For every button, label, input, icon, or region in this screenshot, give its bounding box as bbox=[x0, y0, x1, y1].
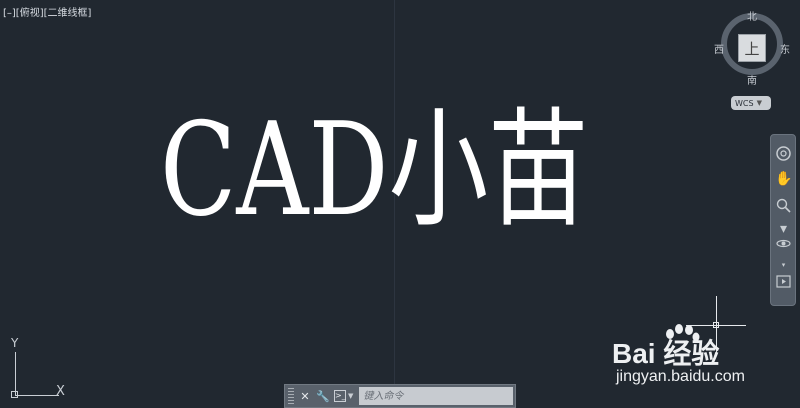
ucs-y-axis bbox=[15, 352, 16, 396]
zoom-icon[interactable] bbox=[775, 197, 792, 214]
chevron-down-icon[interactable]: ▼ bbox=[348, 392, 353, 400]
pan-hand-icon[interactable]: ✋ bbox=[775, 171, 792, 188]
compass-east[interactable]: 东 bbox=[780, 41, 790, 56]
watermark-brand: Bai 经验 bbox=[612, 338, 720, 369]
showmotion-icon[interactable] bbox=[775, 273, 792, 290]
watermark-url: jingyan.baidu.com bbox=[616, 368, 745, 385]
wcs-label: WCS bbox=[735, 98, 754, 108]
drawing-text-object[interactable]: CAD小苗 bbox=[160, 96, 588, 246]
ucs-icon: Y X bbox=[6, 336, 76, 402]
chevron-down-icon: ▼ bbox=[756, 99, 762, 107]
viewport-controls-label[interactable]: [–][俯视][二维线框] bbox=[3, 4, 91, 19]
viewcube-top-face[interactable]: 上 bbox=[738, 34, 766, 62]
orbit-icon[interactable] bbox=[775, 235, 792, 252]
compass-west[interactable]: 西 bbox=[714, 41, 724, 56]
ucs-x-axis bbox=[15, 395, 59, 396]
close-icon[interactable]: ✕ bbox=[299, 390, 311, 403]
command-line[interactable]: ✕ 🔧 >_ ▼ bbox=[284, 384, 516, 408]
command-input[interactable] bbox=[359, 387, 513, 405]
ucs-origin-box bbox=[11, 391, 18, 398]
command-prompt-icon[interactable]: >_ bbox=[334, 390, 346, 402]
baidu-jingyan-watermark: Bai 经验 jingyan.baidu.com bbox=[612, 322, 794, 392]
drag-grip-handle[interactable] bbox=[288, 388, 294, 404]
compass-north[interactable]: 北 bbox=[747, 8, 757, 23]
wcs-dropdown[interactable]: WCS ▼ bbox=[731, 96, 771, 110]
steering-wheel-icon[interactable] bbox=[775, 145, 792, 162]
wrench-icon[interactable]: 🔧 bbox=[316, 390, 330, 403]
navigation-bar[interactable]: ✋ ▾ ▾ bbox=[770, 134, 796, 306]
ucs-x-label: X bbox=[56, 384, 65, 399]
compass-south[interactable]: 南 bbox=[747, 72, 757, 87]
orbit-dropdown-icon[interactable]: ▾ bbox=[775, 257, 792, 274]
ucs-y-label: Y bbox=[11, 336, 19, 350]
viewcube[interactable]: 北 南 西 东 上 bbox=[714, 6, 796, 88]
